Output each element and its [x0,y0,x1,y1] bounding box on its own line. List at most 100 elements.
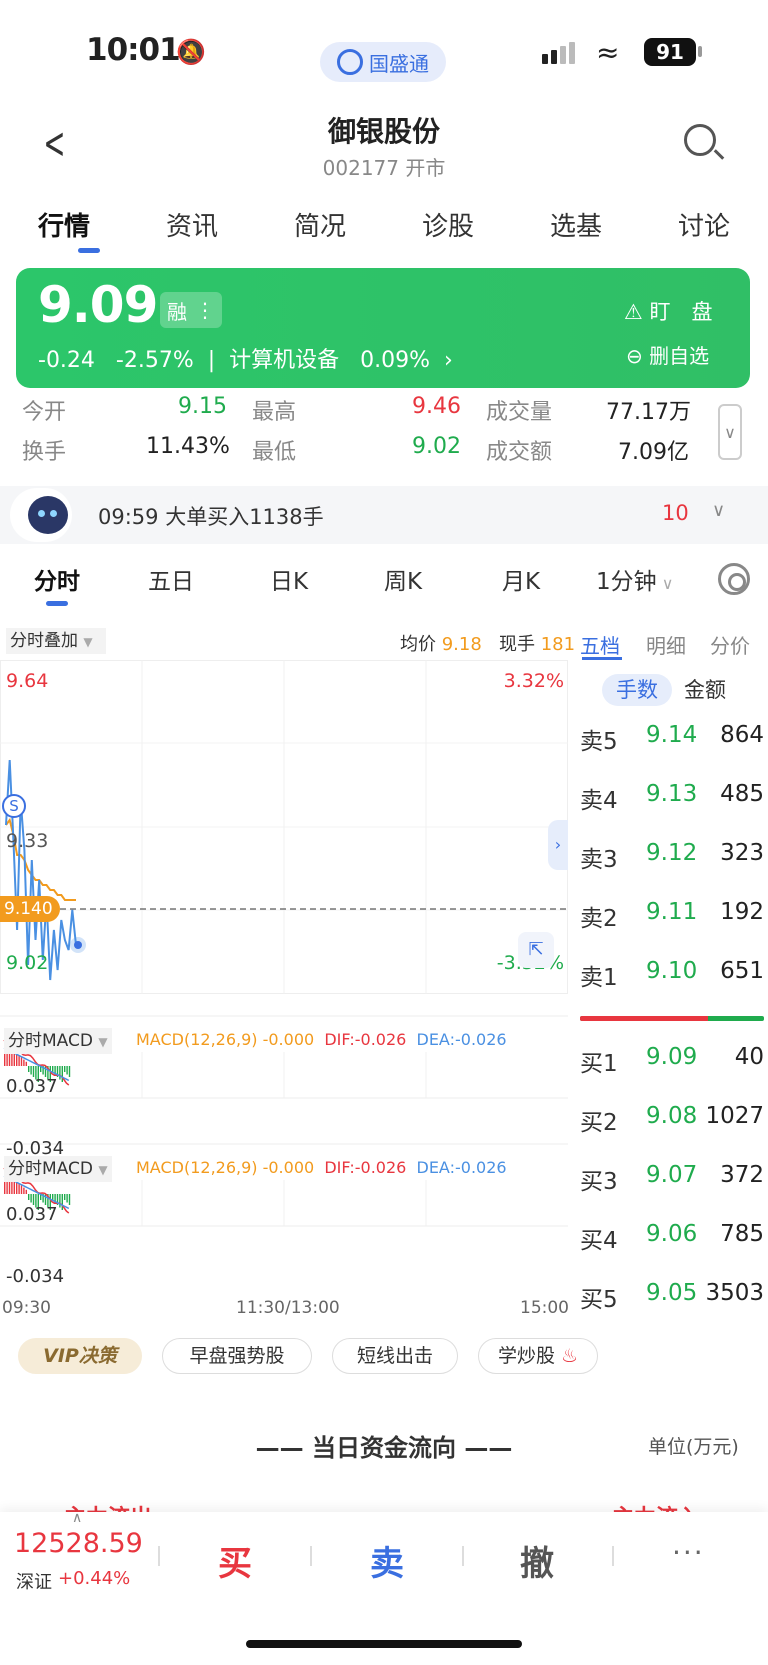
status-bar: 10:01 🔕 国盛通 ≈ 91 [0,0,768,100]
tab-intraday[interactable]: 分时 [34,562,80,596]
ask-row[interactable]: 卖2 9.11 192 [580,899,766,939]
bid-volume: 785 [720,1221,764,1247]
tab-five-day[interactable]: 五日 [148,562,194,596]
macd-value-1: MACD(12,26,9) -0.000 [136,1030,315,1049]
time-label-close: 15:00 [520,1298,569,1318]
search-icon[interactable] [684,124,716,156]
robot-avatar[interactable] [10,488,72,542]
axis-top-price: 9.64 [6,670,49,692]
more-dots-icon: ⋮ [195,298,215,322]
index-change: +0.44% [58,1568,131,1589]
macd-histogram-bar [61,1066,63,1082]
macd-dropdown-2[interactable]: 分时MACD ▼ [4,1156,112,1182]
index-name: 深证 [16,1572,52,1593]
bid-row[interactable]: 买1 9.09 40 [580,1044,766,1084]
ask-row[interactable]: 卖1 9.10 651 [580,958,766,998]
tab-profile[interactable]: 简况 [256,206,384,252]
robot-icon [28,496,68,534]
divider [612,1546,614,1566]
remove-label: 删自选 [649,344,710,368]
macd-histogram-bar [28,1066,30,1072]
macd-label-2: 分时MACD [8,1159,93,1179]
ask-volume: 323 [720,840,764,866]
macd-histogram-bar [64,1066,66,1072]
app-pill[interactable]: 国盛通 [320,42,446,82]
orderbook-tab-underline [582,657,622,660]
macd-histogram-bar [25,1189,27,1194]
watch-button[interactable]: ⚠ 盯 盘 [624,296,713,326]
minute-label: 1分钟 [596,569,657,595]
macd-dropdown-1[interactable]: 分时MACD ▼ [4,1028,112,1054]
tab-discuss[interactable]: 讨论 [640,206,768,252]
bid-row[interactable]: 买5 9.05 3503 [580,1280,766,1320]
caret-down-icon: ▼ [98,1035,108,1049]
macd-histogram-bar [59,1066,61,1080]
margin-badge[interactable]: 融 ⋮ [160,292,222,328]
quote-stats: 今开 9.15 最高 9.46 成交量 77.17万 换手 11.43% 最低 … [0,394,768,474]
ask-row[interactable]: 卖5 9.14 864 [580,722,766,762]
intraday-chart[interactable]: 9.64 3.32% 9.33 9.02 -3.32% 9.140 S › ⇱ … [0,660,569,1330]
avg-price-readout: 均价 9.18 现手 181 [400,630,575,656]
bid-level: 买1 [580,1051,618,1077]
tab-weekly-k[interactable]: 周K [384,562,422,596]
more-options-icon[interactable]: ··· [672,1536,705,1569]
sell-button[interactable]: 卖 [370,1536,404,1585]
top-tabs: 行情 资讯 简况 诊股 选基 讨论 [0,206,768,252]
bid-row[interactable]: 买2 9.08 1027 [580,1103,766,1143]
remove-watchlist-button[interactable]: ⊖ 删自选 [626,340,709,369]
tab-monthly-k[interactable]: 月K [502,562,540,596]
ask-price: 9.12 [646,840,698,866]
buy-button[interactable]: 买 [218,1536,252,1585]
tab-quote[interactable]: 行情 [0,206,128,252]
bid-volume: 3503 [705,1280,764,1306]
ask-level: 卖5 [580,729,618,755]
tab-daily-k[interactable]: 日K [270,562,308,596]
caret-down-icon: ▼ [83,635,93,649]
index-value[interactable]: 12528.59 [14,1528,143,1559]
macd-histogram-bar [23,1187,25,1194]
overlay-dropdown[interactable]: 分时叠加 ▼ [6,628,106,654]
bid-price: 9.07 [646,1162,698,1188]
bid-row[interactable]: 买4 9.06 785 [580,1221,766,1261]
chip-short-term[interactable]: 短线出击 [332,1338,458,1374]
macd-histogram-bar [64,1194,66,1200]
macd-histogram-bar [61,1194,63,1210]
expand-stats-icon[interactable]: ∨ [718,404,742,460]
volume-label: 成交量 [486,400,553,425]
tab-level2[interactable]: 五档 [580,630,620,659]
chevron-down-icon[interactable]: ∨ [712,500,725,521]
dea-value-1: DEA:-0.026 [416,1030,507,1049]
price-change-line[interactable]: -0.24 -2.57% | 计算机设备 0.09% › [38,342,453,374]
tab-funds[interactable]: 选基 [512,206,640,252]
avg-value: 9.18 [441,634,482,655]
tab-news[interactable]: 资讯 [128,206,256,252]
unit-amount-toggle[interactable]: 金额 [684,674,726,706]
caret-up-icon[interactable]: ∧ [72,1510,82,1526]
ask-row[interactable]: 卖3 9.12 323 [580,840,766,880]
bid-row[interactable]: 买3 9.07 372 [580,1162,766,1202]
macd-value-2: MACD(12,26,9) -0.000 [136,1158,315,1177]
notice-count: 10 [662,501,689,525]
fullscreen-icon[interactable]: ⇱ [518,932,554,968]
current-price-tag: 9.140 [0,896,60,922]
chip-early-strong[interactable]: 早盘强势股 [162,1338,312,1374]
chip-vip-decision[interactable]: VIP决策 [18,1338,142,1374]
tab-detail[interactable]: 明细 [646,630,686,659]
unit-shares-toggle[interactable]: 手数 [602,674,672,706]
signal-marker[interactable]: S [2,794,26,818]
tab-price-dist[interactable]: 分价 [710,630,750,659]
tab-minute[interactable]: 1分钟 ∨ [596,562,673,596]
clock: 10:01 [86,32,181,68]
high-value: 9.46 [412,394,461,419]
intraday-chart-svg [0,660,568,1227]
tab-diagnose[interactable]: 诊股 [384,206,512,252]
side-panel-chevron-icon[interactable]: › [548,820,568,870]
chip-learn-trading[interactable]: 学炒股 ♨ [478,1338,598,1374]
cancel-order-button[interactable]: 撤 [520,1536,554,1585]
ask-row[interactable]: 卖4 9.13 485 [580,781,766,821]
stock-code-status: 002177 开市 [322,156,446,180]
settings-gear-icon[interactable] [718,563,750,595]
chip-learn-label: 学炒股 [497,1345,555,1367]
app-pill-label: 国盛通 [369,51,429,76]
chevron-down-icon: ∨ [656,574,674,593]
